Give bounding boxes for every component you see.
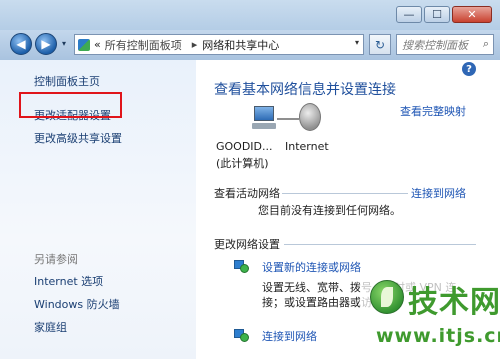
forward-button[interactable]: ▶ — [35, 33, 57, 55]
computer-sublabel: (此计算机) — [216, 157, 269, 170]
sidebar-item-control-panel-home[interactable]: 控制面板主页 — [34, 73, 100, 89]
refresh-button[interactable]: ↻ — [369, 34, 391, 55]
search-placeholder: 搜索控制面板 — [402, 38, 468, 52]
computer-icon[interactable] — [252, 106, 278, 130]
caption-buttons: — ☐ ✕ — [396, 6, 492, 23]
watermark-url: www.itjs.cn — [376, 325, 500, 347]
refresh-icon: ↻ — [374, 37, 386, 52]
view-full-map-link[interactable]: 查看完整映射 — [400, 103, 466, 119]
connect-network-icon — [234, 327, 250, 343]
sidebar-item-advanced-sharing[interactable]: 更改高级共享设置 — [34, 130, 122, 146]
address-dropdown-icon[interactable]: ▾ — [355, 38, 359, 47]
breadcrumb-item-all-items[interactable]: 所有控制面板项 — [105, 37, 182, 53]
highlight-box — [19, 92, 122, 118]
breadcrumb-separator-icon[interactable]: ▸ — [192, 38, 198, 51]
breadcrumb-item-network-center[interactable]: 网络和共享中心 — [202, 37, 279, 53]
watermark-brand: 技术网 — [408, 285, 500, 320]
task-setup-new-connection[interactable]: 设置新的连接或网络 — [262, 259, 361, 275]
back-button[interactable]: ◀ — [10, 33, 32, 55]
connect-to-network-link[interactable]: 连接到网络 — [411, 185, 466, 201]
new-connection-icon — [234, 258, 250, 274]
watermark-logo-icon — [370, 280, 404, 314]
watermark: 技术网 www.itjs.cn — [360, 273, 500, 359]
minimize-button[interactable]: — — [396, 6, 422, 23]
control-panel-icon — [78, 38, 90, 51]
logo-leaf — [381, 287, 393, 307]
active-networks-divider — [282, 193, 408, 194]
navigation-bar: ◀ ▶ ▾ « 所有控制面板项 ▸ 网络和共享中心 ▾ ↻ 搜索控制面板 ⌕ — [0, 30, 500, 60]
connection-line — [277, 118, 299, 120]
active-networks-heading: 查看活动网络 — [214, 187, 280, 200]
title-bar: — ☐ ✕ — [0, 0, 500, 30]
page-title: 查看基本网络信息并设置连接 — [214, 82, 396, 98]
window: — ☐ ✕ ◀ ▶ ▾ « 所有控制面板项 ▸ 网络和共享中心 ▾ ↻ 搜索控制… — [0, 0, 500, 359]
see-also-homegroup[interactable]: 家庭组 — [34, 319, 67, 335]
see-also-heading: 另请参阅 — [34, 253, 78, 266]
see-also-windows-firewall[interactable]: Windows 防火墙 — [34, 296, 120, 312]
internet-globe-icon[interactable] — [299, 103, 321, 131]
maximize-button[interactable]: ☐ — [424, 6, 450, 23]
internet-label: Internet — [285, 140, 329, 153]
computer-name: GOODID... — [216, 140, 273, 153]
breadcrumb-overflow[interactable]: « — [94, 38, 101, 51]
search-icon[interactable]: ⌕ — [483, 37, 489, 51]
change-settings-divider — [284, 244, 476, 245]
network-dot — [240, 333, 249, 342]
address-bar[interactable]: « 所有控制面板项 ▸ 网络和共享中心 ▾ — [74, 34, 364, 55]
help-icon[interactable]: ? — [462, 62, 476, 76]
see-also-internet-options[interactable]: Internet 选项 — [34, 273, 103, 289]
network-plus — [240, 264, 249, 273]
active-networks-status: 您目前没有连接到任何网络。 — [258, 204, 401, 217]
computer-base — [252, 123, 276, 129]
computer-screen — [254, 106, 274, 121]
recent-pages-dropdown-icon[interactable]: ▾ — [62, 39, 66, 48]
task-connect-to-network[interactable]: 连接到网络 — [262, 328, 317, 344]
search-input[interactable]: 搜索控制面板 ⌕ — [396, 34, 494, 55]
change-settings-heading: 更改网络设置 — [214, 238, 280, 251]
close-button[interactable]: ✕ — [452, 6, 492, 23]
